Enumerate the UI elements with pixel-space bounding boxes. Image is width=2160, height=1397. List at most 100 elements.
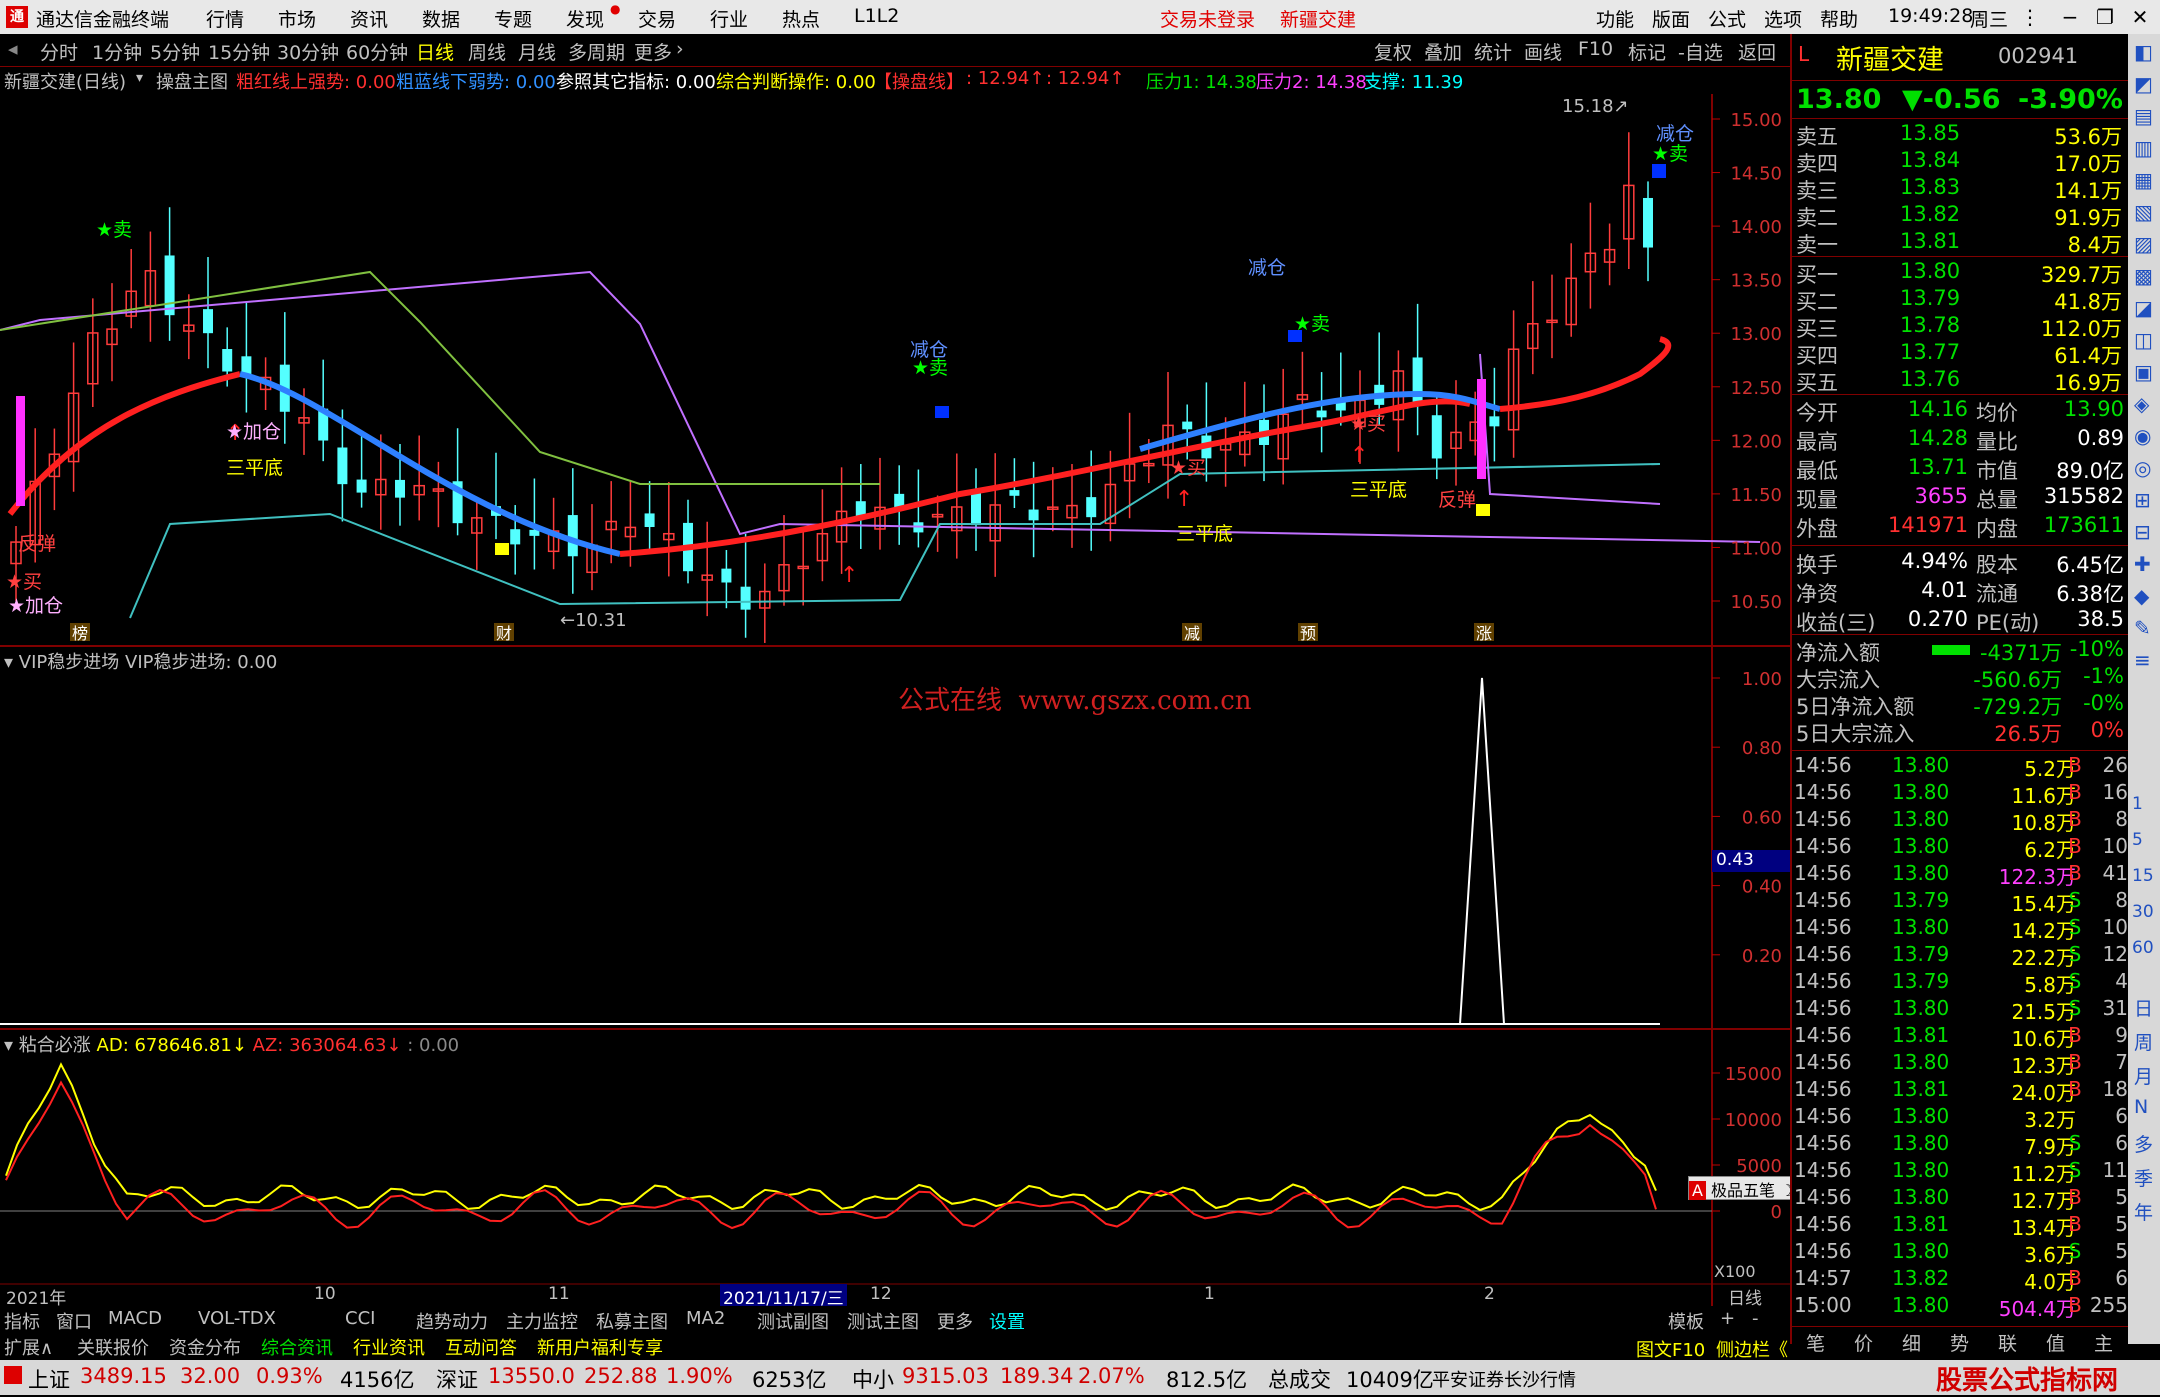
login-status[interactable]: 交易未登录 bbox=[1160, 5, 1255, 32]
sub2-title[interactable]: 粘合必涨 bbox=[19, 1035, 91, 1056]
btn-tongji[interactable]: 统计 bbox=[1474, 38, 1512, 65]
period-1min[interactable]: 1分钟 bbox=[92, 38, 142, 65]
side-tool-icon[interactable]: ◉ bbox=[2134, 424, 2151, 448]
quote-tab[interactable]: 主 bbox=[2094, 1329, 2113, 1356]
bid-row[interactable]: 买五 13.76 16.9万 bbox=[1792, 367, 2130, 395]
sub1-title[interactable]: VIP稳步进场 bbox=[19, 652, 119, 673]
side-tool-icon[interactable]: ▤ bbox=[2134, 104, 2153, 128]
side-tool-icon[interactable]: ▨ bbox=[2134, 232, 2153, 256]
side-tool-icon[interactable]: ⊞ bbox=[2134, 488, 2151, 512]
info-tab[interactable]: 行业资讯 bbox=[353, 1334, 425, 1360]
side-tool-icon[interactable]: ▩ bbox=[2134, 264, 2153, 288]
side-cycle[interactable]: N bbox=[2134, 1096, 2148, 1118]
side-cycle[interactable]: 季 bbox=[2134, 1164, 2153, 1191]
info-tab[interactable]: 扩展∧ bbox=[4, 1334, 53, 1360]
btn-diejia[interactable]: 叠加 bbox=[1424, 38, 1462, 65]
btn-fanhui[interactable]: 返回 bbox=[1738, 38, 1776, 65]
sub1-dropdown-icon[interactable]: ▾ bbox=[4, 652, 13, 673]
close-icon[interactable]: ✕ bbox=[2120, 2, 2160, 32]
sz-label[interactable]: 深证 bbox=[436, 1364, 478, 1394]
ask-row[interactable]: 卖三 13.83 14.1万 bbox=[1792, 175, 2130, 203]
indicator-name[interactable]: 操盘主图 bbox=[156, 68, 228, 94]
bid-row[interactable]: 买三 13.78 112.0万 bbox=[1792, 313, 2130, 341]
indicator-tab[interactable]: CCI bbox=[345, 1308, 375, 1329]
menu-zhuanti[interactable]: 专题 bbox=[494, 5, 532, 32]
restore-icon[interactable]: ❐ bbox=[2085, 2, 2125, 32]
info-tab[interactable]: 资金分布 bbox=[169, 1334, 241, 1360]
period-more[interactable]: 更多 bbox=[634, 38, 672, 65]
indicator-tab[interactable]: 指标 bbox=[4, 1308, 40, 1334]
bid-row[interactable]: 买一 13.80 329.7万 bbox=[1792, 259, 2130, 287]
btn-huaxian[interactable]: 画线 bbox=[1524, 38, 1562, 65]
menu-gongneng[interactable]: 功能 bbox=[1596, 5, 1634, 32]
menu-banmian[interactable]: 版面 bbox=[1652, 5, 1690, 32]
indicator-tab[interactable]: 窗口 bbox=[56, 1308, 92, 1334]
btn-biaoji[interactable]: 标记 bbox=[1628, 38, 1666, 65]
indicator-tab[interactable]: 主力监控 bbox=[506, 1308, 578, 1334]
quote-tab[interactable]: 笔 bbox=[1806, 1329, 1825, 1356]
period-daily[interactable]: 日线 bbox=[416, 38, 454, 65]
side-tool-icon[interactable]: ▥ bbox=[2134, 136, 2153, 160]
side-tool-icon[interactable]: ◎ bbox=[2134, 456, 2151, 480]
side-tool-icon[interactable]: ⊟ bbox=[2134, 520, 2151, 544]
bid-row[interactable]: 买四 13.77 61.4万 bbox=[1792, 340, 2130, 368]
side-tool-icon[interactable]: ▧ bbox=[2134, 200, 2153, 224]
side-period[interactable]: 1 bbox=[2132, 794, 2143, 814]
btn-zixuan[interactable]: -自选 bbox=[1678, 38, 1723, 65]
minimize-icon[interactable]: − bbox=[2050, 2, 2090, 32]
toolbar-arrow-icon[interactable]: ◂ bbox=[8, 38, 18, 60]
f10-link[interactable]: 图文F10 bbox=[1636, 1336, 1705, 1362]
menu-xuanxiang[interactable]: 选项 bbox=[1764, 5, 1802, 32]
template-control[interactable]: 模板 bbox=[1668, 1308, 1704, 1334]
ask-row[interactable]: 卖四 13.84 17.0万 bbox=[1792, 148, 2130, 176]
side-tool-icon[interactable]: ▦ bbox=[2134, 168, 2153, 192]
menu-bangzhu[interactable]: 帮助 bbox=[1820, 5, 1858, 32]
menu-dots-icon[interactable]: ⋮ bbox=[2010, 2, 2050, 32]
period-60min[interactable]: 60分钟 bbox=[346, 38, 408, 65]
period-5min[interactable]: 5分钟 bbox=[150, 38, 200, 65]
menu-zixun[interactable]: 资讯 bbox=[350, 5, 388, 32]
side-tool-icon[interactable]: ▣ bbox=[2134, 360, 2153, 384]
quote-tab[interactable]: 细 bbox=[1902, 1329, 1921, 1356]
side-tool-icon[interactable]: ◆ bbox=[2134, 584, 2149, 608]
period-15min[interactable]: 15分钟 bbox=[208, 38, 270, 65]
side-cycle[interactable]: 多 bbox=[2134, 1130, 2153, 1157]
info-tab[interactable]: 关联报价 bbox=[77, 1334, 149, 1360]
info-tab[interactable]: 互动问答 bbox=[445, 1334, 517, 1360]
indicator-tab[interactable]: 测试副图 bbox=[757, 1308, 829, 1334]
indicator-tab[interactable]: 私募主图 bbox=[596, 1308, 668, 1334]
side-tool-icon[interactable]: ≡ bbox=[2134, 648, 2151, 672]
main-kline-chart[interactable]: ↑↑↑↑★卖★卖★卖★卖减仓减仓减仓★加仓★加仓★买★买★买反弹反弹三平底三平底… bbox=[0, 96, 1761, 643]
indicator-tab[interactable]: 趋势动力 bbox=[416, 1308, 488, 1334]
side-cycle[interactable]: 月 bbox=[2134, 1062, 2153, 1089]
side-tool-icon[interactable]: ✚ bbox=[2134, 552, 2151, 576]
indicator-tab[interactable]: 更多 bbox=[937, 1308, 973, 1334]
quote-tab[interactable]: 值 bbox=[2046, 1329, 2065, 1356]
sh-label[interactable]: 上证 bbox=[28, 1364, 70, 1394]
btn-f10[interactable]: F10 bbox=[1578, 38, 1613, 60]
ask-row[interactable]: 卖一 13.81 8.4万 bbox=[1792, 229, 2130, 257]
menu-shichang[interactable]: 市场 bbox=[278, 5, 316, 32]
ask-row[interactable]: 卖二 13.82 91.9万 bbox=[1792, 202, 2130, 230]
period-multi[interactable]: 多周期 bbox=[568, 38, 625, 65]
template-control[interactable]: - bbox=[1752, 1308, 1759, 1329]
period-30min[interactable]: 30分钟 bbox=[277, 38, 339, 65]
side-period[interactable]: 30 bbox=[2132, 902, 2154, 922]
indicator-tab[interactable]: 测试主图 bbox=[847, 1308, 919, 1334]
info-tab[interactable]: 综合资讯 bbox=[261, 1334, 333, 1360]
menu-gongshi[interactable]: 公式 bbox=[1708, 5, 1746, 32]
btn-fuquan[interactable]: 复权 bbox=[1374, 38, 1412, 65]
menu-faxian[interactable]: 发现 bbox=[566, 5, 604, 32]
quote-tab[interactable]: 联 bbox=[1998, 1329, 2017, 1356]
menu-redian[interactable]: 热点 bbox=[782, 5, 820, 32]
bid-row[interactable]: 买二 13.79 41.8万 bbox=[1792, 286, 2130, 314]
menu-l1l2[interactable]: L1L2 bbox=[854, 5, 899, 27]
info-tab[interactable]: 新用户福利专享 bbox=[537, 1334, 663, 1360]
indicator-tab[interactable]: 设置 bbox=[989, 1308, 1025, 1334]
side-cycle[interactable]: 周 bbox=[2134, 1028, 2153, 1055]
chevron-right-icon[interactable]: › bbox=[676, 38, 684, 60]
quote-tab[interactable]: 势 bbox=[1950, 1329, 1969, 1356]
side-period[interactable]: 15 bbox=[2132, 866, 2154, 886]
side-tool-icon[interactable]: ◩ bbox=[2134, 72, 2153, 96]
side-tool-icon[interactable]: ✎ bbox=[2134, 616, 2151, 640]
